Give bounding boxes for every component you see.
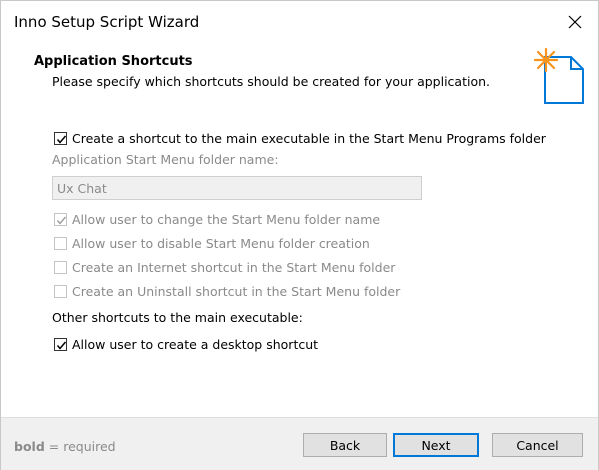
desktop-shortcut-label: Allow user to create a desktop shortcut xyxy=(72,337,319,352)
cancel-button[interactable]: Cancel xyxy=(492,433,583,457)
option-internet-shortcut[interactable]: Create an Internet shortcut in the Start… xyxy=(54,260,395,275)
new-file-sparkle-icon xyxy=(533,47,584,104)
page-subtitle: Please specify which shortcuts should be… xyxy=(52,74,491,89)
option-label: Allow user to change the Start Menu fold… xyxy=(72,212,381,227)
other-shortcuts-label: Other shortcuts to the main executable: xyxy=(52,310,303,325)
back-button[interactable]: Back xyxy=(303,433,387,457)
checkmark-icon xyxy=(56,135,67,144)
footer-bar: bold = required Back Next Cancel xyxy=(1,417,598,470)
folder-name-input[interactable] xyxy=(52,176,422,200)
title-bar: Inno Setup Script Wizard xyxy=(1,1,598,45)
checkbox-box[interactable] xyxy=(54,132,67,145)
checkbox-box[interactable] xyxy=(54,213,67,226)
legend-bold: bold xyxy=(14,439,45,454)
start-menu-shortcut-checkbox[interactable]: Create a shortcut to the main executable… xyxy=(54,131,546,146)
start-menu-shortcut-label: Create a shortcut to the main executable… xyxy=(72,131,546,146)
option-allow-disable-folder[interactable]: Allow user to disable Start Menu folder … xyxy=(54,236,370,251)
checkmark-icon xyxy=(56,216,67,225)
close-icon xyxy=(568,15,582,29)
option-label: Create an Internet shortcut in the Start… xyxy=(72,260,396,275)
page-title: Application Shortcuts xyxy=(34,54,193,69)
required-legend: bold = required xyxy=(14,439,116,454)
wizard-window: Inno Setup Script Wizard Application Sho… xyxy=(0,0,599,470)
checkbox-box[interactable] xyxy=(54,237,67,250)
window-title: Inno Setup Script Wizard xyxy=(14,13,200,31)
checkbox-box[interactable] xyxy=(54,338,67,351)
desktop-shortcut-checkbox[interactable]: Allow user to create a desktop shortcut xyxy=(54,337,318,352)
legend-rest: = required xyxy=(44,439,116,454)
next-button[interactable]: Next xyxy=(393,433,479,457)
checkbox-box[interactable] xyxy=(54,285,67,298)
option-allow-change-folder[interactable]: Allow user to change the Start Menu fold… xyxy=(54,212,380,227)
option-label: Allow user to disable Start Menu folder … xyxy=(72,236,370,251)
option-label: Create an Uninstall shortcut in the Star… xyxy=(72,284,401,299)
close-button[interactable] xyxy=(552,1,598,45)
checkmark-icon xyxy=(56,341,67,350)
checkbox-box[interactable] xyxy=(54,261,67,274)
option-uninstall-shortcut[interactable]: Create an Uninstall shortcut in the Star… xyxy=(54,284,400,299)
folder-name-label: Application Start Menu folder name: xyxy=(52,152,279,167)
